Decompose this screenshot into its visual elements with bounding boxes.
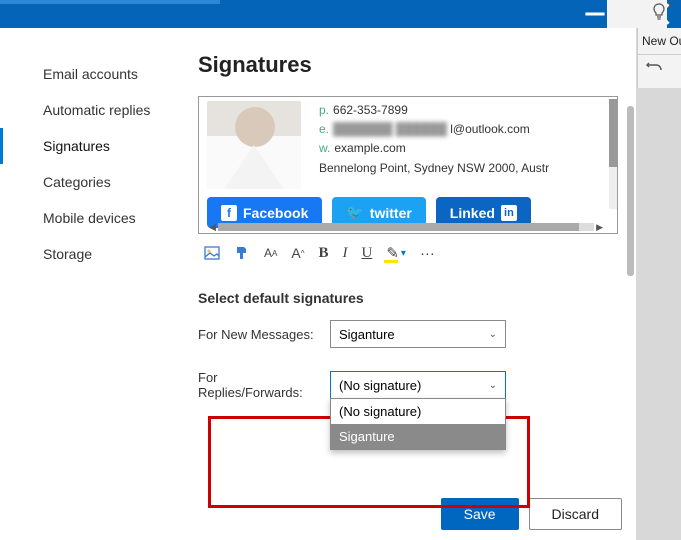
settings-sidebar: Email accounts Automatic replies Signatu… <box>0 28 190 540</box>
sidebar-label: Mobile devices <box>43 210 136 226</box>
avatar <box>207 101 301 189</box>
content-scrollbar[interactable] <box>627 106 634 276</box>
editor-vertical-scrollbar[interactable] <box>609 99 617 209</box>
bold-button[interactable]: B <box>318 245 328 262</box>
sidebar-item-email-accounts[interactable]: Email accounts <box>0 56 190 92</box>
dropdown-option[interactable]: Siganture <box>331 424 505 449</box>
new-messages-select[interactable]: Siganture⌄ <box>330 320 506 348</box>
help-area: 2 <box>607 0 667 28</box>
title-bar <box>0 0 681 28</box>
insert-image-icon[interactable] <box>204 245 220 261</box>
scroll-right-icon: ▶ <box>594 222 605 233</box>
chevron-down-icon: ⌄ <box>489 329 497 340</box>
discard-button[interactable]: Discard <box>529 498 622 530</box>
font-size-increase-icon[interactable]: A^ <box>291 245 304 261</box>
signature-editor[interactable]: p.662-353-7899 e.███████ ██████ l@outloo… <box>198 96 618 234</box>
settings-dialog: Email accounts Automatic replies Signatu… <box>0 28 636 540</box>
chevron-down-icon: ⌄ <box>489 380 497 391</box>
highlight-button[interactable]: ✎▾ <box>386 244 406 262</box>
notification-badge: 2 <box>668 0 673 9</box>
sidebar-item-mobile-devices[interactable]: Mobile devices <box>0 200 190 236</box>
dropdown-option[interactable]: (No signature) <box>331 399 505 424</box>
new-messages-label: For New Messages: <box>198 327 318 342</box>
sidebar-item-automatic-replies[interactable]: Automatic replies <box>0 92 190 128</box>
replies-forwards-dropdown[interactable]: (No signature) Siganture <box>330 398 506 450</box>
sidebar-item-categories[interactable]: Categories <box>0 164 190 200</box>
linkedin-icon: in <box>501 205 517 221</box>
lightbulb-icon[interactable]: 2 <box>651 3 667 26</box>
loading-bar <box>0 0 220 4</box>
sidebar-label: Automatic replies <box>43 102 150 118</box>
settings-content: Signatures p.662-353-7899 e.███████ ████… <box>190 28 636 540</box>
facebook-icon: f <box>221 205 237 221</box>
dialog-actions: Save Discard <box>441 498 622 530</box>
more-options-icon[interactable]: ··· <box>420 245 435 262</box>
sidebar-label: Storage <box>43 246 92 262</box>
scroll-left-icon: ◀ <box>207 222 218 233</box>
row-new-messages: For New Messages: Siganture⌄ <box>198 320 618 348</box>
sidebar-label: Signatures <box>43 138 110 154</box>
page-title: Signatures <box>198 52 618 78</box>
twitter-icon: 🐦 <box>346 204 363 221</box>
editor-horizontal-scrollbar[interactable]: ◀▶ <box>207 223 605 231</box>
sidebar-item-storage[interactable]: Storage <box>0 236 190 272</box>
chevron-down-icon: ▾ <box>401 248 406 259</box>
replies-forwards-select[interactable]: (No signature)⌄ (No signature) Siganture <box>330 371 506 399</box>
sidebar-label: Categories <box>43 174 111 190</box>
signature-text: p.662-353-7899 e.███████ ██████ l@outloo… <box>319 101 549 189</box>
minimize-icon[interactable] <box>583 2 607 26</box>
format-toolbar: AA A^ B I U ✎▾ ··· <box>198 234 618 272</box>
defaults-heading: Select default signatures <box>198 290 618 306</box>
save-button[interactable]: Save <box>441 498 519 530</box>
replies-forwards-label: For Replies/Forwards: <box>198 370 318 400</box>
italic-button[interactable]: I <box>342 245 347 262</box>
sidebar-item-signatures[interactable]: Signatures <box>0 128 190 164</box>
format-painter-icon[interactable] <box>234 245 250 261</box>
new-outlook-toggle[interactable]: New Out <box>638 28 681 54</box>
underline-button[interactable]: U <box>361 245 372 262</box>
row-replies-forwards: For Replies/Forwards: (No signature)⌄ (N… <box>198 370 618 400</box>
undo-icon[interactable] <box>638 54 681 82</box>
font-size-decrease-icon[interactable]: AA <box>264 246 277 260</box>
sidebar-label: Email accounts <box>43 66 138 82</box>
right-panel: New Out <box>637 28 681 88</box>
